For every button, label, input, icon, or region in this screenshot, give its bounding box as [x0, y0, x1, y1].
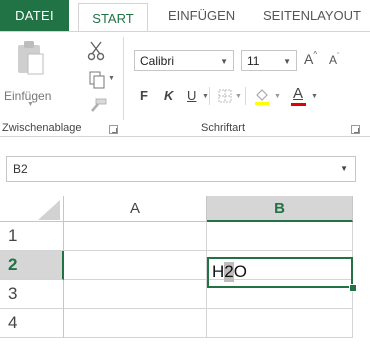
- font-color-label: A: [293, 85, 304, 102]
- font-name-box[interactable]: Calibri ▼: [134, 50, 234, 71]
- grow-font-button[interactable]: A^: [304, 50, 318, 67]
- active-cell-content: H2O: [212, 262, 247, 282]
- column-header-a[interactable]: A: [64, 196, 207, 222]
- cell-a2[interactable]: [64, 251, 207, 280]
- toolbar-separator: [209, 87, 210, 105]
- shrink-font-button[interactable]: Aˇ: [329, 53, 339, 67]
- select-all-corner[interactable]: [0, 196, 64, 222]
- cell-text-selected: 2: [224, 262, 234, 282]
- cell-a1[interactable]: [64, 222, 207, 251]
- underline-button[interactable]: U: [187, 88, 196, 103]
- paste-button[interactable]: Einfügen ▼: [2, 38, 62, 108]
- tab-page-layout[interactable]: SEITENLAYOUT: [263, 8, 361, 23]
- format-painter-icon[interactable]: [89, 98, 107, 112]
- cell-a3[interactable]: [64, 280, 207, 309]
- row-header-3[interactable]: 3: [0, 280, 64, 309]
- shrink-font-icon: ˇ: [337, 53, 340, 60]
- paste-icon: [18, 41, 44, 75]
- font-name-dropdown-icon[interactable]: ▼: [220, 57, 228, 66]
- column-header-b[interactable]: B: [207, 196, 353, 222]
- cell-b4[interactable]: [207, 309, 353, 338]
- select-all-triangle-icon: [38, 200, 60, 220]
- font-group-label: Schriftart: [201, 122, 246, 134]
- bold-button[interactable]: F: [140, 88, 148, 103]
- borders-dropdown-icon[interactable]: ▼: [235, 93, 242, 100]
- font-name-value: Calibri: [140, 53, 175, 68]
- group-separator: [123, 37, 124, 120]
- italic-button[interactable]: K: [164, 88, 173, 103]
- row-header-1[interactable]: 1: [0, 222, 64, 251]
- row-header-4[interactable]: 4: [0, 309, 64, 338]
- font-launcher-icon[interactable]: [351, 125, 360, 134]
- grow-font-icon: ^: [313, 50, 318, 59]
- font-color-button[interactable]: A: [291, 84, 307, 106]
- font-size-dropdown-icon[interactable]: ▼: [283, 57, 291, 66]
- ribbon-tab-bar: DATEI START EINFÜGEN SEITENLAYOUT: [0, 0, 370, 32]
- font-color-dropdown-icon[interactable]: ▼: [311, 93, 318, 100]
- cell-text-normal: O: [233, 262, 247, 281]
- name-box[interactable]: B2 ▼: [6, 156, 356, 182]
- fill-color-dropdown-icon[interactable]: ▼: [274, 93, 281, 100]
- underline-dropdown-icon[interactable]: ▼: [202, 93, 209, 100]
- tab-insert[interactable]: EINFÜGEN: [168, 8, 235, 23]
- font-size-box[interactable]: 11 ▼: [241, 50, 297, 71]
- borders-icon[interactable]: [218, 89, 232, 103]
- ribbon: Einfügen ▼ ▼ Calibri ▼ 11 ▼ A^ Aˇ F K U …: [0, 31, 370, 137]
- cell-b1[interactable]: [207, 222, 353, 251]
- tab-start[interactable]: START: [78, 3, 148, 32]
- cut-icon[interactable]: [87, 41, 105, 61]
- font-color-swatch: [291, 103, 306, 106]
- clipboard-launcher-icon[interactable]: [109, 125, 118, 134]
- toolbar-separator: [245, 87, 246, 105]
- fill-color-icon[interactable]: [253, 87, 271, 105]
- copy-dropdown-icon[interactable]: ▼: [108, 75, 115, 82]
- name-box-dropdown-icon[interactable]: ▼: [340, 164, 348, 173]
- clipboard-group-label: Zwischenablage: [2, 122, 82, 134]
- cell-text-normal: H: [212, 262, 225, 281]
- tab-file[interactable]: DATEI: [0, 0, 69, 31]
- font-size-value: 11: [247, 53, 260, 68]
- row-header-2[interactable]: 2: [0, 251, 64, 280]
- fill-handle[interactable]: [349, 284, 357, 292]
- paste-dropdown-icon: ▼: [27, 101, 34, 108]
- cell-a4[interactable]: [64, 309, 207, 338]
- copy-icon[interactable]: [89, 71, 105, 89]
- name-box-value: B2: [13, 162, 28, 176]
